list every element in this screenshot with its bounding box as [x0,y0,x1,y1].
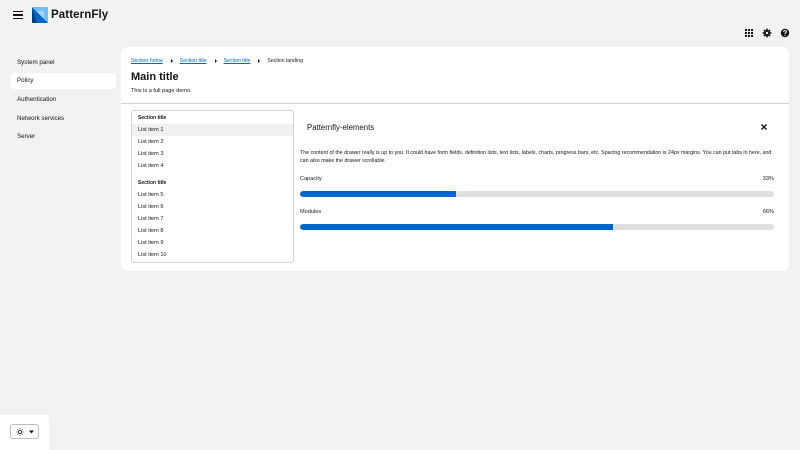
sidebar-item-authentication[interactable]: Authentication [10,91,116,107]
menu-item[interactable]: List item 2 [132,136,293,148]
hamburger-line [13,14,23,16]
menu-item[interactable]: List item 5 [132,189,293,201]
progress-fill [300,224,613,230]
sun-icon [15,427,24,436]
progress-track [300,191,774,197]
menu-item[interactable]: List item 9 [132,237,293,249]
menu-item[interactable]: List item 3 [132,148,293,160]
sidebar-item-server[interactable]: Server [10,129,116,145]
menu-item[interactable]: List item 4 [132,160,293,172]
progress-fill [300,191,457,197]
sidebar-item-policy[interactable]: Policy [10,72,116,89]
sidebar-item-network-services[interactable]: Network services [10,110,116,126]
sidebar-item-label: Authentication [17,95,57,103]
header-tools [744,27,790,39]
help-icon[interactable] [780,28,790,38]
menu-group-title: Section title [138,115,167,121]
menu-group-title: Section title [138,180,167,186]
grid-icon[interactable] [744,28,754,38]
main-content-card: Section home Section title Section title… [121,47,789,271]
sidebar-nav: System panel Policy Authentication Netwo… [10,54,116,147]
breadcrumb-link[interactable]: Section title [224,58,251,64]
breadcrumb-separator-icon [214,59,217,63]
sidebar-item-label: Network services [17,114,65,122]
brand-name: PatternFly [51,9,109,21]
sidebar-item-system-panel[interactable]: System panel [10,54,116,70]
menu-item[interactable]: List item 8 [132,225,293,237]
breadcrumb-link[interactable]: Section home [131,58,163,64]
menu-item[interactable]: List item 10 [132,249,293,261]
theme-panel [0,415,49,450]
breadcrumb: Section home Section title Section title… [131,57,303,65]
sidebar-item-label: System panel [17,58,55,66]
brand-logo[interactable]: PatternFly [32,6,108,24]
progress-track [300,224,774,230]
caret-down-icon [28,430,34,433]
menu-list: Section title List item 1 List item 2 Li… [131,110,294,263]
progress-label: Modules [300,209,322,215]
progress-modules: Modules 66% [300,209,774,230]
breadcrumb-separator-icon [170,59,173,63]
menu-toggle-button[interactable] [12,9,24,21]
page-description: This is a full page demo. [131,88,192,94]
progress-value: 33% [762,176,774,182]
masthead: PatternFly [0,0,800,30]
menu-item[interactable]: List item 6 [132,201,293,213]
gear-icon[interactable] [762,28,772,38]
page-title: Main title [131,71,179,83]
patternfly-logo-icon [32,7,48,23]
divider [121,103,789,104]
sidebar-item-label: Server [17,133,36,141]
breadcrumb-separator-icon [258,59,261,63]
progress-value: 66% [762,209,774,215]
close-icon[interactable] [760,123,768,131]
breadcrumb-current: Section landing [267,58,303,64]
drawer-body-text: The content of the drawer really is up t… [300,150,772,165]
theme-toggle-button[interactable] [10,424,39,439]
breadcrumb-link[interactable]: Section title [180,58,207,64]
progress-capacity: Capacity 33% [300,176,774,197]
sidebar-item-label: Policy [17,77,34,85]
hamburger-line [13,11,23,13]
progress-label: Capacity [300,176,322,182]
drawer-title: Patternfly-elements [307,123,375,132]
menu-item[interactable]: List item 1 [132,124,293,136]
hamburger-line [13,17,23,19]
drawer-panel: Patternfly-elements The content of the d… [300,119,774,239]
menu-item[interactable]: List item 7 [132,213,293,225]
